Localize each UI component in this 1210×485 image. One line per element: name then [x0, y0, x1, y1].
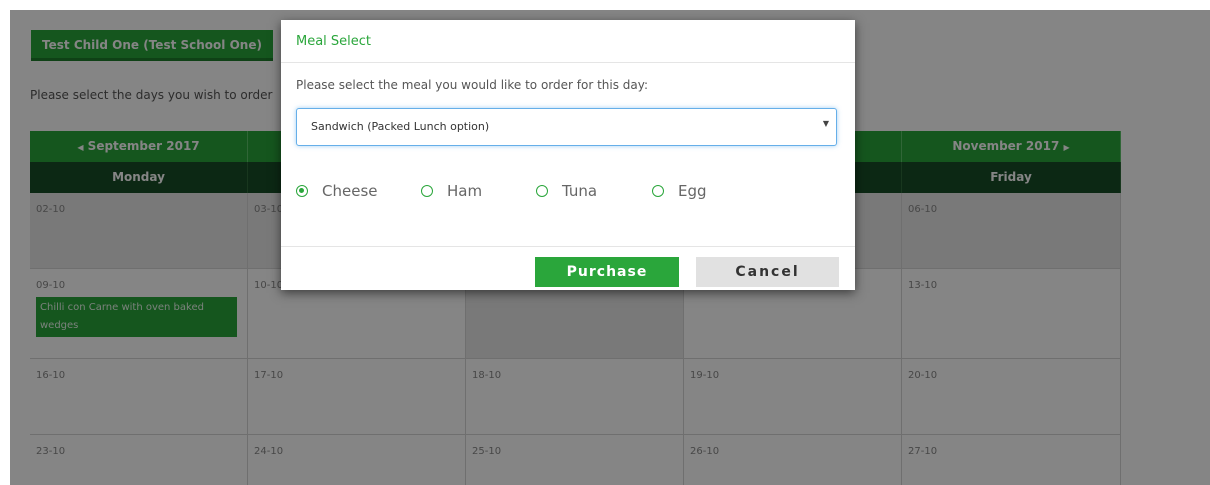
dialog-footer-divider [281, 246, 855, 247]
dialog-prompt: Please select the meal you would like to… [296, 78, 649, 92]
option-label: Tuna [562, 182, 598, 200]
dialog-title: Meal Select [296, 34, 372, 49]
option-label: Cheese [322, 182, 378, 200]
meal-type-select-value: Sandwich (Packed Lunch option) [311, 120, 490, 133]
option-egg[interactable]: Egg [652, 178, 707, 204]
caret-down-icon: ▼ [822, 119, 829, 128]
dialog-header: Meal Select [281, 20, 855, 63]
option-label: Egg [678, 182, 707, 200]
meal-calendar-page: Test Child One (Test School One) Please … [10, 10, 1210, 485]
meal-type-select[interactable]: Sandwich (Packed Lunch option) ▼ [296, 108, 837, 146]
radio-unchecked-icon[interactable] [536, 185, 548, 197]
purchase-button[interactable]: Purchase [535, 257, 679, 287]
radio-checked-icon[interactable] [296, 185, 308, 197]
option-cheese[interactable]: Cheese [296, 178, 377, 204]
meal-select-dialog: Meal Select Please select the meal you w… [281, 20, 855, 290]
radio-unchecked-icon[interactable] [652, 185, 664, 197]
option-label: Ham [447, 182, 483, 200]
option-tuna[interactable]: Tuna [536, 178, 597, 204]
radio-unchecked-icon[interactable] [421, 185, 433, 197]
cancel-button[interactable]: Cancel [696, 257, 839, 287]
filling-options: Cheese Ham Tuna Egg [296, 178, 841, 204]
option-ham[interactable]: Ham [421, 178, 482, 204]
